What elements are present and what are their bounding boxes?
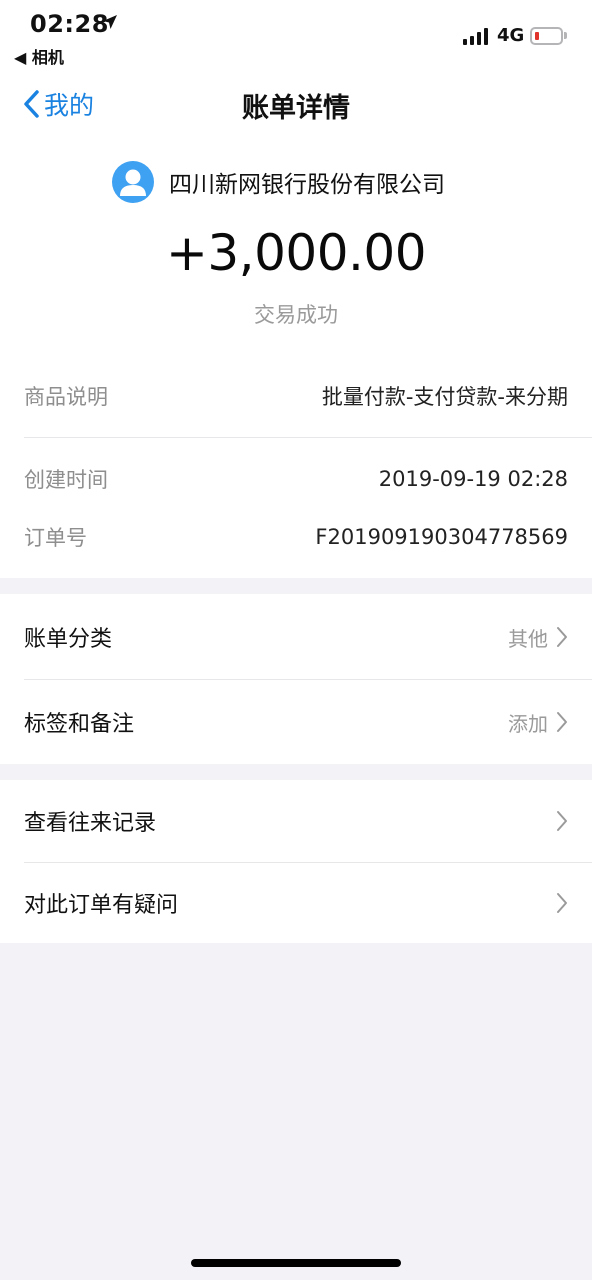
transaction-status: 交易成功 [254, 303, 338, 327]
order-number-label: 订单号 [24, 526, 87, 550]
merchant-header: 四川新网银行股份有限公司 [112, 161, 445, 203]
divider [24, 862, 592, 863]
transaction-amount: +3,000.00 [165, 224, 427, 282]
created-time-row: 创建时间 2019-09-19 02:28 [24, 464, 568, 494]
chevron-right-icon [557, 893, 567, 913]
chevron-right-icon [557, 627, 567, 647]
tags-notes-label: 标签和备注 [24, 712, 135, 737]
created-time-value: 2019-09-19 02:28 [378, 467, 568, 491]
home-indicator[interactable] [191, 1259, 401, 1267]
status-time: 02:28 [30, 10, 109, 38]
bill-category-label: 账单分类 [24, 627, 113, 652]
battery-icon [530, 27, 563, 45]
product-description-row: 商品说明 批量付款-支付贷款-来分期 [24, 381, 568, 411]
divider [24, 679, 592, 680]
order-number-row: 订单号 F201909190304778569 [24, 522, 568, 552]
merchant-name: 四川新网银行股份有限公司 [169, 172, 445, 198]
product-description-label: 商品说明 [24, 385, 108, 409]
divider [24, 437, 592, 438]
tags-notes-value: 添加 [508, 711, 548, 736]
chevron-right-icon [557, 712, 567, 732]
location-arrow-icon [103, 15, 117, 29]
network-type: 4G [497, 25, 525, 46]
return-to-app-link[interactable]: ◀ 相机 [14, 44, 64, 68]
created-time-label: 创建时间 [24, 468, 108, 492]
cellular-signal-icon [463, 28, 488, 45]
user-avatar-icon [112, 161, 154, 203]
page-title: 账单详情 [242, 93, 350, 124]
battery-tip [564, 32, 567, 39]
bill-category-value: 其他 [508, 626, 548, 651]
order-question-row[interactable]: 对此订单有疑问 [24, 883, 568, 923]
order-number-value[interactable]: F201909190304778569 [315, 525, 568, 549]
product-description-value: 批量付款-支付贷款-来分期 [321, 385, 568, 409]
view-history-row[interactable]: 查看往来记录 [24, 801, 568, 841]
view-history-label: 查看往来记录 [24, 811, 157, 836]
bill-category-row[interactable]: 账单分类 其他 [24, 617, 568, 657]
tags-notes-row[interactable]: 标签和备注 添加 [24, 702, 568, 742]
chevron-right-icon [557, 811, 567, 831]
order-question-label: 对此订单有疑问 [24, 893, 179, 918]
